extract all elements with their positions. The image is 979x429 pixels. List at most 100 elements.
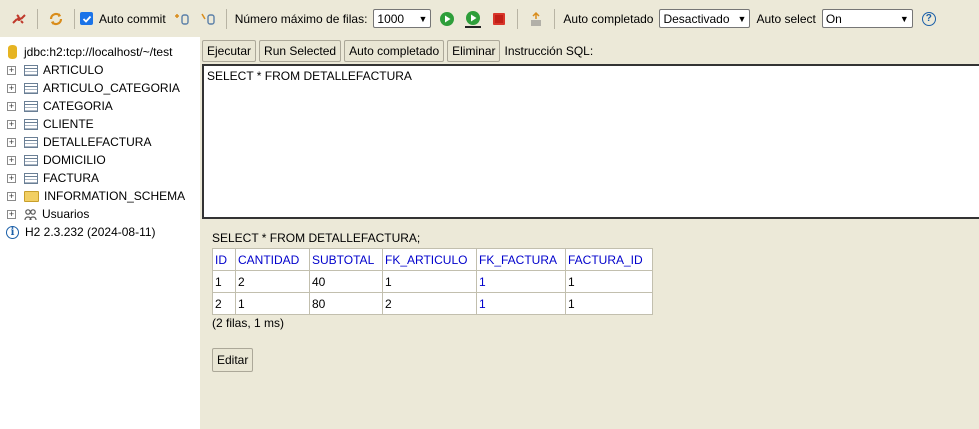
table-icon bbox=[24, 82, 38, 94]
history-icon[interactable] bbox=[527, 10, 545, 28]
disconnect-icon[interactable] bbox=[10, 10, 28, 28]
users-label: Usuarios bbox=[42, 207, 90, 221]
edit-button[interactable]: Editar bbox=[212, 348, 254, 372]
expand-icon[interactable]: + bbox=[7, 191, 16, 201]
toolbar-separator bbox=[74, 8, 75, 29]
table-icon bbox=[24, 64, 38, 76]
autoselect-label: Auto select bbox=[756, 11, 816, 26]
version-node: i H2 2.3.232 (2024-08-11) bbox=[0, 223, 200, 241]
table-icon bbox=[24, 100, 38, 112]
table-label: CATEGORIA bbox=[43, 99, 113, 113]
table-cell[interactable]: 1 bbox=[476, 292, 566, 315]
expand-icon[interactable]: + bbox=[7, 137, 16, 147]
table-cell[interactable]: 1 bbox=[382, 270, 477, 293]
table-cell[interactable]: 1 bbox=[565, 292, 653, 315]
table-node[interactable]: + CLIENTE bbox=[0, 115, 200, 133]
max-rows-label: Número máximo de filas: bbox=[234, 11, 368, 26]
column-header[interactable]: FK_ARTICULO bbox=[382, 248, 477, 271]
table-node[interactable]: + DOMICILIO bbox=[0, 151, 200, 169]
table-label: ARTICULO_CATEGORIA bbox=[43, 81, 180, 95]
column-header[interactable]: SUBTOTAL bbox=[309, 248, 383, 271]
toolbar: Auto commit Número máximo de filas: 1000… bbox=[0, 0, 979, 37]
run-icon[interactable] bbox=[438, 10, 456, 28]
users-icon bbox=[24, 208, 37, 221]
autocomplete-select[interactable]: Desactivado ▼ bbox=[659, 9, 751, 28]
help-icon[interactable]: ? bbox=[920, 10, 938, 28]
table-cell: 2 bbox=[212, 292, 236, 315]
expand-icon[interactable]: + bbox=[7, 65, 16, 75]
folder-icon bbox=[24, 190, 39, 202]
users-node[interactable]: + Usuarios bbox=[0, 205, 200, 223]
auto-commit-label: Auto commit bbox=[99, 11, 166, 26]
info-icon: i bbox=[6, 225, 19, 239]
table-label: DOMICILIO bbox=[43, 153, 106, 167]
table-row: 2 1 80 2 1 1 bbox=[212, 292, 653, 315]
sql-editor[interactable]: SELECT * FROM DETALLEFACTURA bbox=[202, 64, 979, 219]
autocomplete-button[interactable]: Auto completado bbox=[344, 40, 445, 62]
run-selected-button[interactable]: Run Selected bbox=[259, 40, 342, 62]
table-icon bbox=[24, 136, 38, 148]
column-header[interactable]: ID bbox=[212, 248, 236, 271]
table-icon bbox=[24, 154, 38, 166]
column-header[interactable]: FK_FACTURA bbox=[476, 248, 566, 271]
expand-icon[interactable]: + bbox=[7, 209, 16, 219]
query-panel: Ejecutar Run Selected Auto completado El… bbox=[200, 37, 979, 429]
database-icon bbox=[8, 45, 17, 59]
expand-icon[interactable]: + bbox=[7, 173, 16, 183]
table-row: 1 2 40 1 1 1 bbox=[212, 270, 653, 293]
chevron-down-icon: ▼ bbox=[899, 13, 909, 24]
schema-tree: jdbc:h2:tcp://localhost/~/test + ARTICULO… bbox=[0, 37, 200, 429]
table-label: FACTURA bbox=[43, 171, 100, 185]
table-cell: 1 bbox=[212, 270, 236, 293]
table-label: ARTICULO bbox=[43, 63, 104, 77]
auto-commit-checkbox[interactable] bbox=[80, 12, 93, 25]
toolbar-separator bbox=[225, 8, 227, 29]
rollback-icon[interactable] bbox=[199, 10, 217, 28]
autocomplete-label: Auto completado bbox=[563, 11, 654, 26]
column-header[interactable]: CANTIDAD bbox=[235, 248, 310, 271]
table-cell[interactable]: 1 bbox=[476, 270, 566, 293]
run-button[interactable]: Ejecutar bbox=[202, 40, 257, 62]
refresh-icon[interactable] bbox=[47, 10, 65, 28]
table-node[interactable]: + CATEGORIA bbox=[0, 97, 200, 115]
query-buttons: Ejecutar Run Selected Auto completado El… bbox=[202, 40, 593, 62]
table-icon bbox=[24, 172, 38, 184]
autoselect-value: On bbox=[825, 11, 842, 26]
chevron-down-icon: ▼ bbox=[737, 13, 747, 24]
table-cell[interactable]: 1 bbox=[565, 270, 653, 293]
connection-label: jdbc:h2:tcp://localhost/~/test bbox=[24, 45, 173, 59]
autocomplete-value: Desactivado bbox=[663, 11, 730, 26]
row-count: (2 filas, 1 ms) bbox=[212, 316, 285, 330]
result-query: SELECT * FROM DETALLEFACTURA; bbox=[212, 231, 421, 245]
run-selected-icon[interactable] bbox=[464, 10, 482, 28]
connection-node[interactable]: jdbc:h2:tcp://localhost/~/test bbox=[0, 43, 200, 61]
table-cell: 1 bbox=[235, 292, 310, 315]
chevron-down-icon: ▼ bbox=[418, 13, 428, 24]
sql-label: Instrucción SQL: bbox=[504, 44, 594, 58]
table-node[interactable]: + FACTURA bbox=[0, 169, 200, 187]
max-rows-select[interactable]: 1000 ▼ bbox=[373, 9, 432, 28]
table-label: DETALLEFACTURA bbox=[43, 135, 152, 149]
table-cell: 2 bbox=[235, 270, 310, 293]
table-header-row: ID CANTIDAD SUBTOTAL FK_ARTICULO FK_FACTURA F… bbox=[212, 248, 653, 271]
version-label: H2 2.3.232 (2024-08-11) bbox=[25, 225, 156, 239]
clear-button[interactable]: Eliminar bbox=[447, 40, 501, 62]
result-table: ID CANTIDAD SUBTOTAL FK_ARTICULO FK_FACTURA F… bbox=[212, 248, 653, 315]
table-label: CLIENTE bbox=[43, 117, 94, 131]
table-node[interactable]: + ARTICULO bbox=[0, 61, 200, 79]
column-header[interactable]: FACTURA_ID bbox=[565, 248, 653, 271]
expand-icon[interactable]: + bbox=[7, 83, 16, 93]
table-cell[interactable]: 2 bbox=[382, 292, 477, 315]
commit-icon[interactable] bbox=[173, 10, 191, 28]
table-node[interactable]: + ARTICULO_CATEGORIA bbox=[0, 79, 200, 97]
max-rows-value: 1000 bbox=[377, 11, 405, 26]
expand-icon[interactable]: + bbox=[7, 155, 16, 165]
autoselect-select[interactable]: On ▼ bbox=[821, 9, 913, 28]
expand-icon[interactable]: + bbox=[7, 119, 16, 129]
expand-icon[interactable]: + bbox=[7, 101, 16, 111]
stop-icon[interactable] bbox=[490, 10, 508, 28]
table-node[interactable]: + DETALLEFACTURA bbox=[0, 133, 200, 151]
table-cell: 80 bbox=[309, 292, 383, 315]
schema-node[interactable]: + INFORMATION_SCHEMA bbox=[0, 187, 200, 205]
toolbar-separator bbox=[517, 8, 519, 29]
